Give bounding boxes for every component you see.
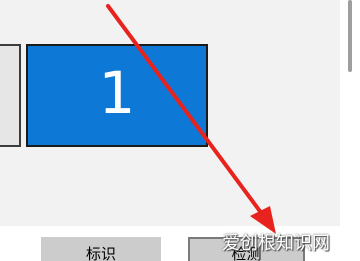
arrow-shaft — [106, 4, 264, 216]
arrow-head-icon — [250, 206, 276, 234]
red-arrow-annotation — [106, 4, 276, 234]
watermark-part-b: 知识网 — [276, 233, 330, 254]
watermark: 爱创根知识网 — [222, 231, 360, 257]
display-settings-view: 1 标识 检测 爱创根知识网 — [0, 0, 360, 261]
watermark-part-a: 爱创根 — [222, 233, 276, 254]
